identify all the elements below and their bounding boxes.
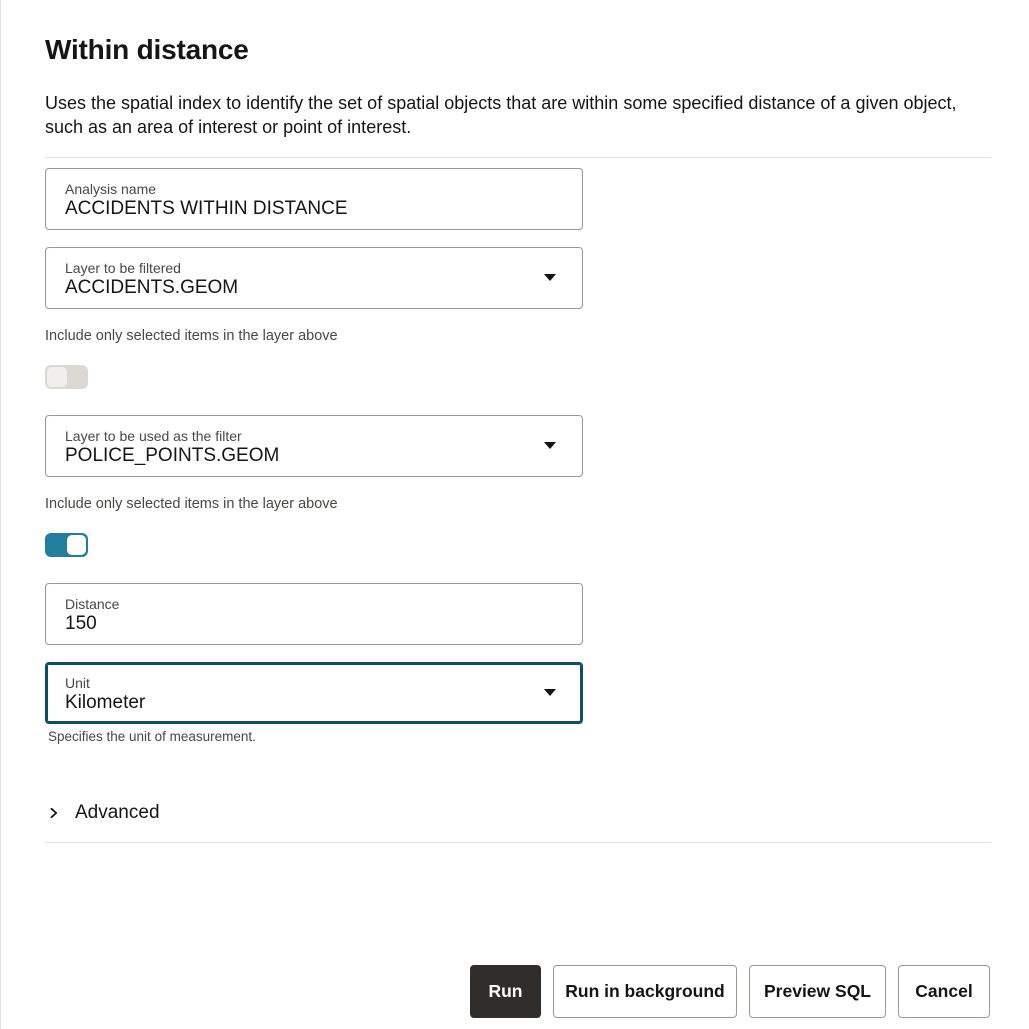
include-selected-label-2: Include only selected items in the layer… (45, 496, 338, 512)
run-button[interactable]: Run (470, 965, 541, 1018)
include-selected-toggle-2[interactable] (45, 533, 88, 557)
within-distance-panel: Within distance Uses the spatial index t… (0, 0, 1029, 1029)
toggle-knob (67, 535, 86, 555)
chevron-right-icon (50, 808, 58, 818)
caret-down-icon[interactable] (544, 689, 556, 696)
include-selected-label-1: Include only selected items in the layer… (45, 328, 338, 344)
header-divider (45, 157, 991, 158)
unit-label: Unit (65, 675, 90, 691)
caret-down-icon[interactable] (544, 274, 556, 281)
layer-used-as-filter-select[interactable]: Layer to be used as the filter POLICE_PO… (45, 415, 583, 477)
distance-value[interactable]: 150 (65, 613, 97, 635)
distance-label: Distance (65, 596, 120, 612)
analysis-name-field[interactable]: Analysis name ACCIDENTS WITHIN DISTANCE (45, 168, 583, 230)
advanced-label: Advanced (75, 802, 160, 823)
layer-to-be-filtered-value: ACCIDENTS.GEOM (65, 277, 239, 298)
analysis-name-value[interactable]: ACCIDENTS WITHIN DISTANCE (65, 198, 348, 220)
analysis-name-label: Analysis name (65, 181, 157, 197)
caret-down-icon[interactable] (544, 442, 556, 449)
distance-field[interactable]: Distance 150 (45, 583, 583, 645)
unit-help-text: Specifies the unit of measurement. (48, 729, 256, 744)
panel-description: Uses the spatial index to identify the s… (45, 93, 957, 137)
layer-to-be-filtered-select[interactable]: Layer to be filtered ACCIDENTS.GEOM (45, 247, 583, 309)
toggle-knob (47, 367, 67, 387)
panel-title: Within distance (45, 34, 249, 65)
include-selected-toggle-1[interactable] (45, 365, 88, 389)
run-in-background-button[interactable]: Run in background (553, 965, 737, 1018)
advanced-expander[interactable]: Advanced (45, 799, 160, 827)
preview-sql-button[interactable]: Preview SQL (749, 965, 886, 1018)
advanced-divider (45, 842, 991, 843)
layer-used-as-filter-label: Layer to be used as the filter (65, 428, 242, 444)
unit-value: Kilometer (65, 692, 146, 713)
layer-to-be-filtered-label: Layer to be filtered (65, 260, 181, 276)
unit-select[interactable]: Unit Kilometer (45, 662, 583, 724)
cancel-button[interactable]: Cancel (898, 965, 990, 1018)
layer-used-as-filter-value: POLICE_POINTS.GEOM (65, 445, 280, 466)
